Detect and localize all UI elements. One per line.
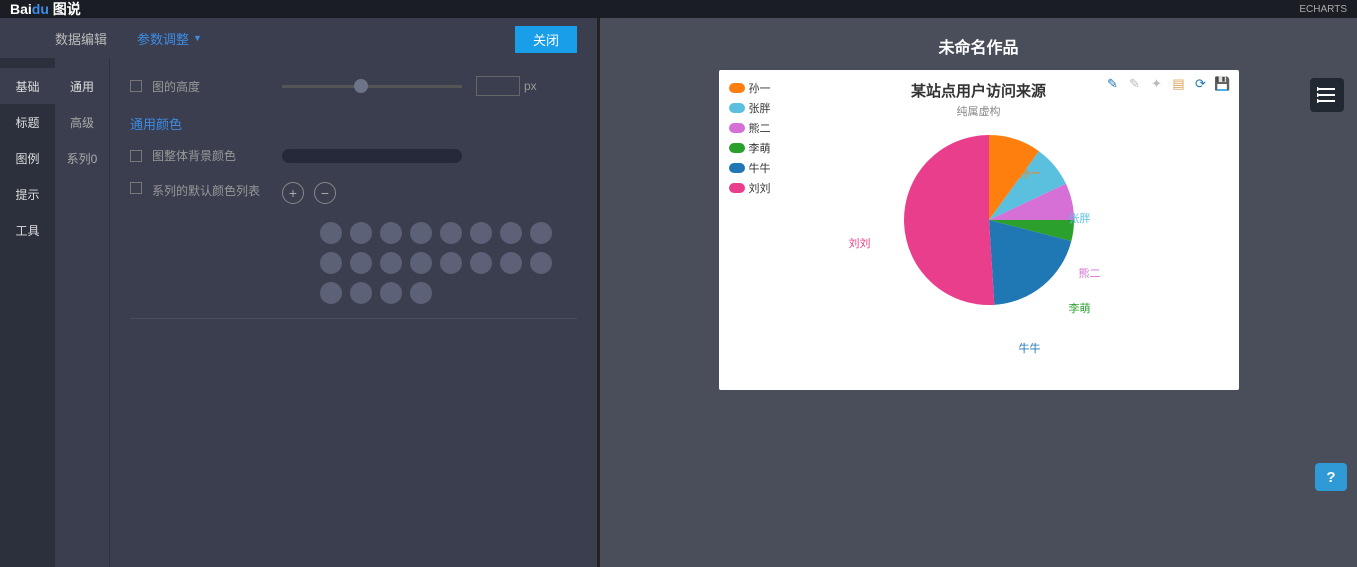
logo: Baidu 图说 xyxy=(10,0,81,18)
color-swatch[interactable] xyxy=(380,282,402,304)
save-icon[interactable]: 💾 xyxy=(1215,76,1231,92)
color-swatch[interactable] xyxy=(470,222,492,244)
nav1-basic[interactable]: 基础 xyxy=(0,68,55,104)
magic-icon[interactable]: ✦ xyxy=(1149,76,1165,92)
secondary-nav: 通用 高级 系列0 xyxy=(55,58,110,567)
echarts-brand: ECHARTS xyxy=(1299,4,1347,15)
nav2-advanced[interactable]: 高级 xyxy=(55,104,109,140)
label-bgcolor: 图整体背景颜色 xyxy=(152,147,282,164)
chart-subtitle: 纯属虚构 xyxy=(719,103,1239,119)
color-swatch[interactable] xyxy=(500,222,522,244)
color-swatch[interactable] xyxy=(500,252,522,274)
tab-param-adjust[interactable]: 参数调整▼ xyxy=(137,29,202,48)
color-swatch[interactable] xyxy=(350,222,372,244)
list-view-icon[interactable] xyxy=(1310,78,1344,112)
data-view-icon[interactable]: ▤ xyxy=(1171,76,1187,92)
legend-item[interactable]: 刘刘 xyxy=(729,180,771,196)
nav1-tooltip[interactable]: 提示 xyxy=(0,176,55,212)
nav1-legend[interactable]: 图例 xyxy=(0,140,55,176)
pie-slice-label: 熊二 xyxy=(1079,265,1101,281)
color-swatch[interactable] xyxy=(530,222,552,244)
height-input[interactable] xyxy=(476,76,520,96)
brush-icon[interactable]: ✎ xyxy=(1127,76,1143,92)
nav2-series0[interactable]: 系列0 xyxy=(55,140,109,176)
color-swatch[interactable] xyxy=(470,252,492,274)
section-general-colors: 通用颜色 xyxy=(130,114,577,133)
label-chart-height: 图的高度 xyxy=(152,78,282,95)
legend-item[interactable]: 张胖 xyxy=(729,100,771,116)
pie-slice-label: 李萌 xyxy=(1069,300,1091,316)
nav2-general[interactable]: 通用 xyxy=(55,68,109,104)
height-slider[interactable] xyxy=(282,85,462,88)
color-swatch[interactable] xyxy=(380,222,402,244)
color-swatch[interactable] xyxy=(320,282,342,304)
top-bar: Baidu 图说 ECHARTS xyxy=(0,0,1357,18)
remove-color-button[interactable]: − xyxy=(314,182,336,204)
color-swatch[interactable] xyxy=(320,222,342,244)
pie-chart xyxy=(899,130,1079,315)
legend-item[interactable]: 孙一 xyxy=(729,80,771,96)
color-swatch[interactable] xyxy=(350,252,372,274)
tab-data-edit[interactable]: 数据编辑 xyxy=(55,29,107,48)
work-title: 未命名作品 xyxy=(938,34,1018,58)
editor-panel: 数据编辑 参数调整▼ 关闭 基础 标题 图例 提示 工具 通用 高级 系列0 xyxy=(0,18,597,567)
legend-item[interactable]: 牛牛 xyxy=(729,160,771,176)
pie-slice-label: 孙一 xyxy=(1019,165,1041,181)
form-area: 图的高度 px 通用颜色 图整体背景颜色 系列的默认颜色列表 + − xyxy=(110,58,597,567)
color-swatch[interactable] xyxy=(320,252,342,274)
chart-card: 某站点用户访问来源 纯属虚构 孙一张胖熊二李萌牛牛刘刘 ✎ ✎ ✦ ▤ ⟳ 💾 … xyxy=(719,70,1239,390)
edit-icon[interactable]: ✎ xyxy=(1105,76,1121,92)
color-swatch[interactable] xyxy=(440,222,462,244)
checkbox-series-colors[interactable] xyxy=(130,182,142,194)
legend-item[interactable]: 熊二 xyxy=(729,120,771,136)
color-swatch-grid xyxy=(320,222,577,304)
color-swatch[interactable] xyxy=(410,282,432,304)
pie-slice-label: 刘刘 xyxy=(849,235,871,251)
color-swatch[interactable] xyxy=(410,252,432,274)
primary-nav: 基础 标题 图例 提示 工具 xyxy=(0,58,55,567)
color-swatch[interactable] xyxy=(350,282,372,304)
refresh-icon[interactable]: ⟳ xyxy=(1193,76,1209,92)
checkbox-bgcolor[interactable] xyxy=(130,150,142,162)
bgcolor-picker[interactable] xyxy=(282,149,462,163)
nav1-toolbox[interactable]: 工具 xyxy=(0,212,55,248)
help-button[interactable]: ? xyxy=(1315,463,1347,491)
nav1-title[interactable]: 标题 xyxy=(0,104,55,140)
color-swatch[interactable] xyxy=(380,252,402,274)
color-swatch[interactable] xyxy=(440,252,462,274)
pie-slice-label: 牛牛 xyxy=(1019,340,1041,356)
label-series-colors: 系列的默认颜色列表 xyxy=(152,182,282,199)
pie-slice-label: 张胖 xyxy=(1069,210,1091,226)
preview-panel: 未命名作品 某站点用户访问来源 纯属虚构 孙一张胖熊二李萌牛牛刘刘 ✎ ✎ ✦ … xyxy=(597,18,1357,567)
add-color-button[interactable]: + xyxy=(282,182,304,204)
legend-item[interactable]: 李萌 xyxy=(729,140,771,156)
checkbox-height[interactable] xyxy=(130,80,142,92)
close-button[interactable]: 关闭 xyxy=(515,26,577,53)
unit-px: px xyxy=(524,79,537,93)
color-swatch[interactable] xyxy=(530,252,552,274)
color-swatch[interactable] xyxy=(410,222,432,244)
chart-legend: 孙一张胖熊二李萌牛牛刘刘 xyxy=(729,80,771,200)
chart-toolbox: ✎ ✎ ✦ ▤ ⟳ 💾 xyxy=(1105,76,1231,92)
chevron-down-icon: ▼ xyxy=(193,33,202,43)
